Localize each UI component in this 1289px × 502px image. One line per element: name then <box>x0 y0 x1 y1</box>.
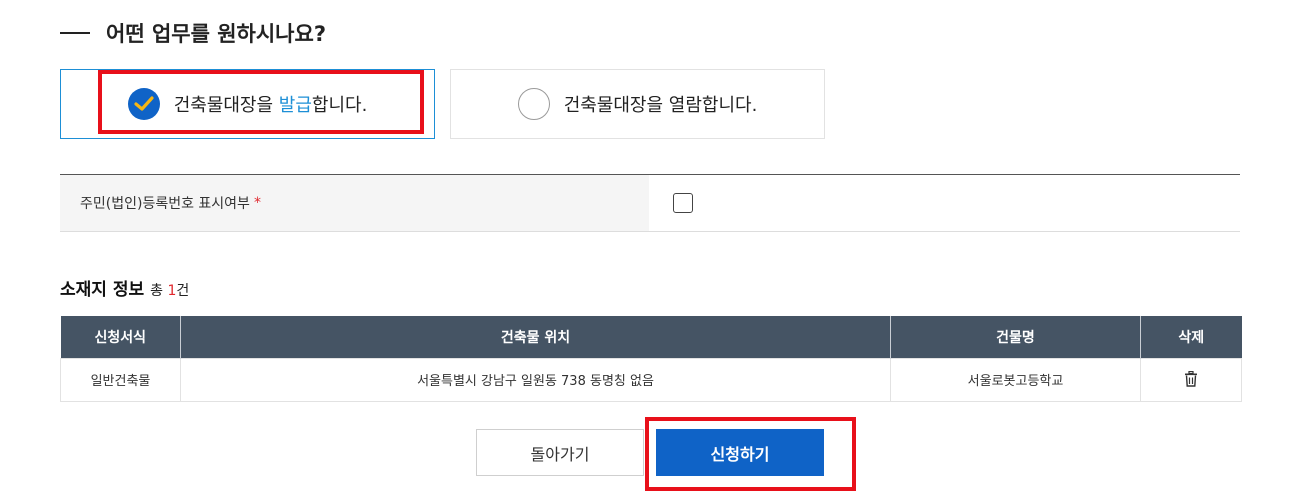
resident-number-label: 주민(법인)등록번호 표시여부 * <box>60 175 649 231</box>
back-button[interactable]: 돌아가기 <box>476 429 644 476</box>
page-title: 어떤 업무를 원하시나요? <box>106 22 327 46</box>
column-header: 건물명 <box>890 316 1141 358</box>
radio-circle-icon <box>517 88 550 120</box>
resident-number-label-text: 주민(법인)등록번호 표시여부 <box>80 196 250 212</box>
building-name-cell: 서울로봇고등학교 <box>890 357 1141 402</box>
resident-number-row: 주민(법인)등록번호 표시여부 * <box>60 174 1240 232</box>
option-view-label: 건축물대장을 열람합니다. <box>563 95 758 116</box>
option-view[interactable]: 건축물대장을 열람합니다. <box>450 69 825 139</box>
count-prefix: 총 <box>150 283 168 299</box>
check-circle-icon <box>127 88 160 120</box>
apply-button[interactable]: 신청하기 <box>656 429 824 476</box>
column-header: 신청서식 <box>60 316 181 358</box>
delete-cell <box>1140 357 1242 402</box>
column-header: 건축물 위치 <box>180 316 891 358</box>
option-issue-label: 건축물대장을 발급합니다. <box>174 91 368 117</box>
column-header: 삭제 <box>1140 316 1242 358</box>
option-issue[interactable]: 건축물대장을 발급합니다. <box>60 69 435 139</box>
count-suffix: 건 <box>176 283 190 299</box>
option-issue-prefix: 건축물대장을 <box>173 95 279 116</box>
location-title: 소재지 정보 <box>60 280 145 300</box>
location-cell: 서울특별시 강남구 일원동 738 동명칭 없음 <box>180 357 891 402</box>
table-row: 일반건축물 서울특별시 강남구 일원동 738 동명칭 없음 서울로봇고등학교 <box>60 357 1242 402</box>
section-header: 어떤 업무를 원하시나요? <box>60 18 326 48</box>
location-table: 신청서식 건축물 위치 건물명 삭제 일반건축물 서울특별시 강남구 일원동 7… <box>60 316 1242 402</box>
form-type-cell: 일반건축물 <box>60 357 181 402</box>
resident-number-checkbox[interactable] <box>673 193 693 213</box>
location-count: 총 1건 <box>150 280 189 300</box>
location-header: 소재지 정보 총 1건 <box>60 275 189 300</box>
option-issue-suffix: 합니다. <box>311 95 368 116</box>
required-mark: * <box>253 195 261 211</box>
trash-icon[interactable] <box>1181 369 1201 389</box>
option-issue-highlight: 발급 <box>278 95 312 116</box>
title-dash <box>60 32 90 34</box>
table-header-row: 신청서식 건축물 위치 건물명 삭제 <box>60 316 1242 358</box>
resident-number-value <box>649 175 1240 231</box>
